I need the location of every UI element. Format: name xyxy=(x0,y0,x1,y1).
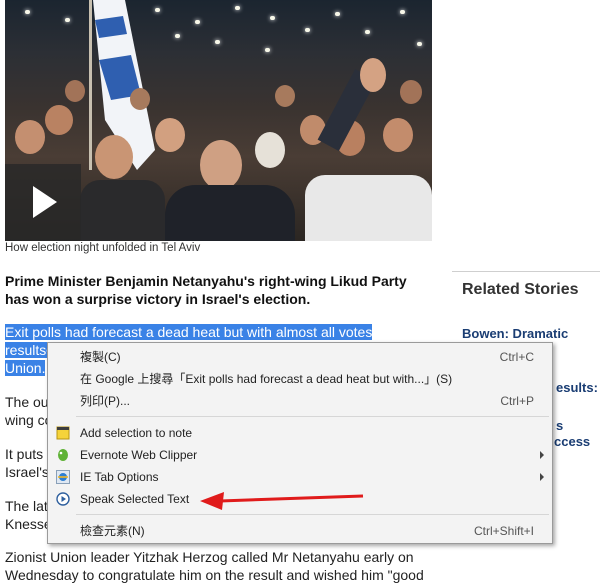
article-lead: Prime Minister Benjamin Netanyahu's righ… xyxy=(5,273,407,307)
photo-caption: How election night unfolded in Tel Aviv xyxy=(5,242,201,254)
submenu-arrow-icon xyxy=(540,451,544,459)
menu-separator xyxy=(76,514,549,515)
menu-item-speak-selected-text[interactable]: Speak Selected Text xyxy=(80,489,189,509)
menu-item-print[interactable]: 列印(P)... xyxy=(80,391,130,411)
play-icon xyxy=(33,186,57,218)
context-menu[interactable]: 複製(C) Ctrl+C 在 Google 上搜尋「Exit polls had… xyxy=(47,342,553,544)
related-link-3[interactable]: s xyxy=(556,418,563,433)
note-icon xyxy=(56,426,70,440)
menu-separator xyxy=(76,416,549,417)
menu-item-add-selection-to-note[interactable]: Add selection to note xyxy=(80,423,192,443)
submenu-arrow-icon xyxy=(540,473,544,481)
red-annotation-arrow-icon xyxy=(200,492,364,510)
shortcut-inspect: Ctrl+Shift+I xyxy=(473,524,534,538)
paragraph-5-line-2: Wednesday to congratulate him on the res… xyxy=(5,567,424,583)
menu-item-ie-tab-options[interactable]: IE Tab Options xyxy=(80,467,159,487)
menu-item-evernote-web-clipper[interactable]: Evernote Web Clipper xyxy=(80,445,197,465)
article-photo[interactable] xyxy=(5,0,432,241)
video-play-button[interactable] xyxy=(5,164,81,241)
ie-tab-icon xyxy=(56,470,70,484)
related-link-1[interactable]: Bowen: Dramatic xyxy=(462,326,568,341)
shortcut-print: Ctrl+P xyxy=(500,394,534,408)
related-stories-title: Related Stories xyxy=(462,281,579,298)
paragraph-5-line-1: Zionist Union leader Yitzhak Herzog call… xyxy=(5,549,414,565)
menu-item-google-search[interactable]: 在 Google 上搜尋「Exit polls had forecast a d… xyxy=(80,369,452,389)
shortcut-copy: Ctrl+C xyxy=(499,350,534,364)
menu-item-copy[interactable]: 複製(C) xyxy=(80,347,121,367)
speak-icon xyxy=(56,492,70,506)
evernote-icon xyxy=(58,449,68,461)
menu-item-inspect-element[interactable]: 檢查元素(N) xyxy=(80,521,145,541)
sidebar-divider xyxy=(452,271,600,272)
related-link-2[interactable]: esults: xyxy=(556,380,598,395)
related-link-4[interactable]: ccess xyxy=(554,434,590,449)
